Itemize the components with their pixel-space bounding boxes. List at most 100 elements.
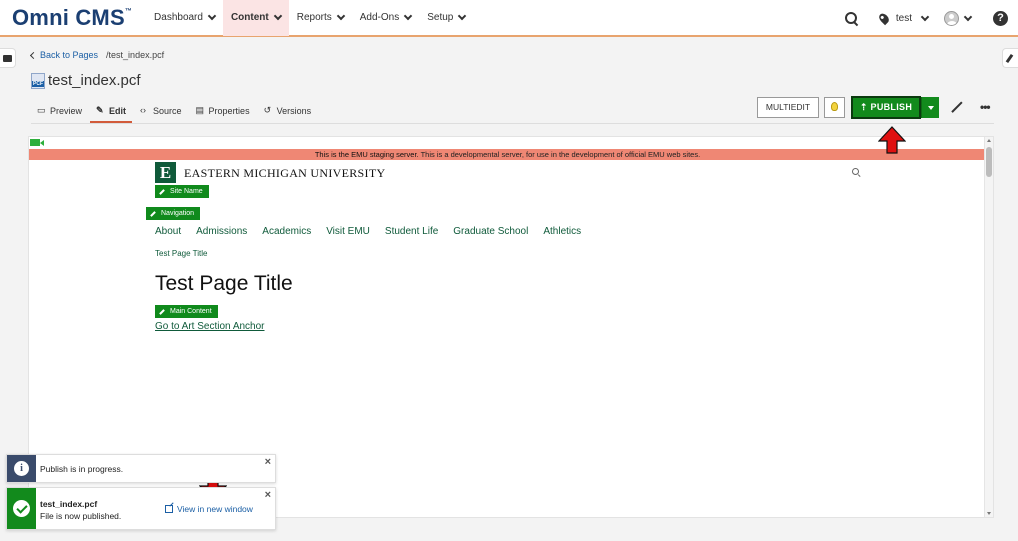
file-badge: PCF — [32, 80, 44, 87]
omni-cms-logo[interactable]: Omni CMS™ — [12, 5, 132, 31]
chevron-down-icon[interactable] — [963, 12, 973, 21]
site-selector[interactable]: test — [896, 13, 912, 24]
location-pin-icon[interactable] — [877, 11, 891, 26]
menu-item-student-life[interactable]: Student Life — [385, 226, 438, 237]
page-title: test_index.pcf — [48, 72, 141, 89]
pencil-icon — [159, 188, 165, 195]
staging-server-banner: This is the EMU staging server. This is … — [29, 149, 986, 160]
briefcase-icon: ▤ — [195, 105, 205, 115]
publish-label: PUBLISH — [870, 102, 913, 112]
history-icon: ↺ — [263, 105, 272, 115]
nav-addons[interactable]: Add-Ons — [352, 0, 419, 36]
nav-reports[interactable]: Reports — [289, 0, 352, 36]
chevron-down-icon — [458, 11, 467, 20]
menu-item-visit-emu[interactable]: Visit EMU — [326, 226, 370, 237]
external-link-icon — [165, 505, 173, 513]
publish-button[interactable]: ⇡ PUBLISH — [851, 96, 921, 119]
navigation-badge-label: Navigation — [161, 210, 195, 217]
back-to-pages-link[interactable]: Back to Pages — [40, 50, 98, 60]
tab-source-label: Source — [153, 106, 182, 116]
caret-down-icon — [928, 106, 934, 110]
check-circle-icon — [13, 500, 30, 517]
breadcrumb: Back to Pages /test_index.pcf — [29, 50, 165, 60]
video-camera-icon — [30, 139, 44, 146]
tab-edit[interactable]: ✎ Edit — [90, 102, 133, 123]
toast-success-area — [7, 488, 36, 529]
menu-item-admissions[interactable]: Admissions — [196, 226, 247, 237]
page-tabs: ▭ Preview ✎ Edit ‹› Source ▤ Properties ↺ Ver… — [31, 102, 319, 123]
toast-file-name: test_index.pcf — [40, 499, 98, 509]
scroll-down-arrow[interactable] — [987, 512, 991, 515]
university-name: EASTERN MICHIGAN UNIVERSITY — [184, 166, 386, 180]
art-section-anchor-link[interactable]: Go to Art Section Anchor — [155, 321, 265, 332]
close-icon[interactable]: × — [265, 489, 271, 501]
nav-dashboard-label: Dashboard — [154, 12, 203, 23]
tab-versions[interactable]: ↺ Versions — [258, 102, 318, 123]
chevron-down-icon — [336, 11, 345, 20]
main-content-edit-button[interactable]: Main Content — [155, 305, 218, 318]
main-nav-menu: Dashboard Content Reports Add-Ons Setup — [146, 0, 473, 36]
menu-item-academics[interactable]: Academics — [262, 226, 311, 237]
toast-published-message: File is now published. — [40, 511, 122, 521]
scroll-up-arrow[interactable] — [987, 139, 991, 142]
chevron-down-icon[interactable] — [920, 12, 930, 21]
monitor-icon: ▭ — [37, 105, 46, 115]
more-options-icon[interactable]: ••• — [980, 100, 991, 114]
close-icon[interactable]: × — [265, 456, 271, 468]
info-icon: i — [14, 461, 29, 476]
file-navigation-toggle[interactable] — [0, 48, 16, 68]
pencil-icon — [150, 210, 156, 217]
menu-item-athletics[interactable]: Athletics — [543, 226, 581, 237]
site-search-icon[interactable] — [852, 168, 860, 176]
chevron-down-icon — [403, 11, 413, 20]
site-menu: About Admissions Academics Visit EMU Stu… — [155, 226, 596, 237]
emu-logo[interactable]: E — [155, 162, 176, 183]
search-icon[interactable] — [844, 12, 858, 25]
nav-setup-label: Setup — [427, 12, 454, 23]
publish-dropdown-button[interactable] — [921, 97, 939, 118]
nav-right-tools: test ? — [844, 0, 1018, 37]
user-avatar[interactable] — [944, 11, 959, 26]
toast-info-area: i — [7, 455, 36, 482]
toast-message: Publish is in progress. — [40, 464, 124, 474]
main-content-badge-label: Main Content — [170, 308, 212, 315]
expand-icon[interactable] — [951, 101, 962, 112]
publish-progress-toast: i Publish is in progress. × — [6, 454, 276, 483]
wrench-icon — [1005, 53, 1014, 64]
code-icon: ‹› — [140, 105, 147, 115]
logo-text: Omni CMS — [12, 4, 125, 30]
folder-icon — [3, 55, 12, 62]
tab-properties-label: Properties — [208, 106, 250, 116]
breadcrumb-path: /test_index.pcf — [106, 50, 165, 60]
tab-source[interactable]: ‹› Source — [134, 102, 188, 123]
menu-item-about[interactable]: About — [155, 226, 181, 237]
pencil-icon — [159, 308, 165, 315]
page-title-row: PCF test_index.pcf — [31, 72, 141, 89]
tab-preview[interactable]: ▭ Preview — [31, 102, 88, 123]
nav-dashboard[interactable]: Dashboard — [146, 0, 223, 36]
scroll-thumb[interactable] — [986, 147, 992, 177]
menu-item-graduate-school[interactable]: Graduate School — [453, 226, 528, 237]
site-name-badge-label: Site Name — [170, 188, 203, 195]
view-link-label: View in new window — [177, 504, 253, 514]
preview-breadcrumb[interactable]: Test Page Title — [155, 249, 207, 258]
nav-addons-label: Add-Ons — [359, 12, 400, 23]
navigation-edit-button[interactable]: Navigation — [146, 207, 201, 220]
nav-setup[interactable]: Setup — [419, 0, 473, 36]
multiedit-button[interactable]: MULTIEDIT — [757, 97, 819, 118]
help-icon[interactable]: ? — [993, 11, 1008, 26]
site-name-edit-button[interactable]: Site Name — [155, 185, 209, 198]
tab-properties[interactable]: ▤ Properties — [190, 102, 256, 123]
nav-content[interactable]: Content — [222, 0, 289, 36]
chevron-left-icon — [29, 51, 38, 59]
tab-divider — [31, 123, 994, 124]
preview-scrollbar[interactable] — [984, 137, 993, 517]
chevron-down-icon — [207, 11, 217, 20]
pencil-icon: ✎ — [96, 105, 104, 115]
gadgets-toggle[interactable] — [1002, 48, 1018, 68]
view-in-new-window-link[interactable]: View in new window — [165, 504, 253, 514]
pcf-file-icon: PCF — [31, 72, 45, 89]
banner-text: This is a developmental server, for use … — [418, 150, 701, 159]
lightbulb-button[interactable] — [824, 97, 845, 118]
nav-reports-label: Reports — [296, 12, 332, 23]
